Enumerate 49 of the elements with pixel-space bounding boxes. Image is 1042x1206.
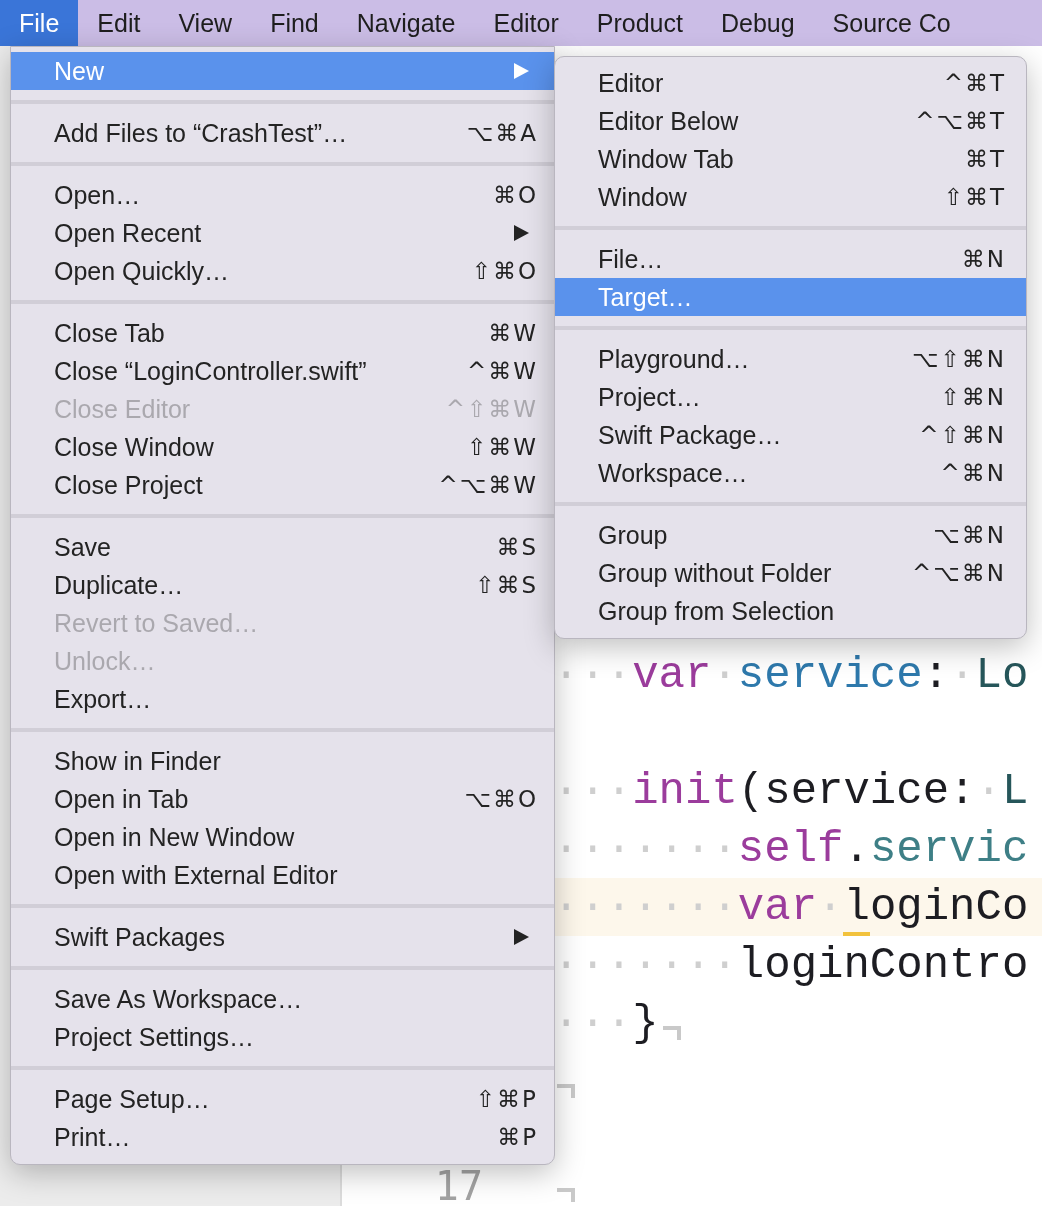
menu-item[interactable]: Editor ^⌘T: [555, 64, 1026, 102]
menu-item[interactable]: Close Tab ⌘W: [11, 314, 554, 352]
menu-item[interactable]: Group ⌥⌘N: [555, 516, 1026, 554]
menu-item[interactable]: Show in Finder: [11, 742, 554, 780]
code-line: ·······self.servic: [553, 824, 1029, 874]
code-line: ·······loginContro: [553, 940, 1029, 990]
menu-bar-item[interactable]: Edit: [78, 0, 160, 46]
menu-bar-item[interactable]: File: [0, 0, 79, 46]
menu-item[interactable]: Close Project ^⌥⌘W: [11, 466, 554, 504]
menu-item[interactable]: Close Window ⇧⌘W: [11, 428, 554, 466]
menu-item[interactable]: Editor Below ^⌥⌘T: [555, 102, 1026, 140]
menu-item[interactable]: Playground… ⌥⇧⌘N: [555, 340, 1026, 378]
menu-item[interactable]: Open with External Editor: [11, 856, 554, 894]
menu-item[interactable]: Group without Folder ^⌥⌘N: [555, 554, 1026, 592]
menu-bar-item[interactable]: Source Co: [813, 0, 970, 46]
menu-bar-item[interactable]: Navigate: [337, 0, 475, 46]
menu-item[interactable]: Print… ⌘P: [11, 1118, 554, 1156]
menu-item[interactable]: Open in Tab ⌥⌘O: [11, 780, 554, 818]
menu-item[interactable]: Window Tab ⌘T: [555, 140, 1026, 178]
menu-bar-item[interactable]: Editor: [474, 0, 578, 46]
line-end-mark: [662, 1026, 681, 1040]
menu-bar-item[interactable]: View: [159, 0, 252, 46]
menu-item[interactable]: Open Recent: [11, 214, 554, 252]
menu-bar-item[interactable]: Product: [577, 0, 702, 46]
code-line: ···var·service:·Lo: [553, 650, 1029, 700]
line-end-mark: [557, 1188, 575, 1202]
menu-item[interactable]: Open Quickly… ⇧⌘O: [11, 252, 554, 290]
menu-bar-item[interactable]: Debug: [701, 0, 814, 46]
menu-item[interactable]: Save As Workspace…: [11, 980, 554, 1018]
menu-item[interactable]: Open… ⌘O: [11, 176, 554, 214]
line-number: 17: [434, 1163, 483, 1206]
menu-item[interactable]: Export…: [11, 680, 554, 718]
menu-item[interactable]: Add Files to “CrashTest”… ⌥⌘A: [11, 114, 554, 152]
menu-item[interactable]: Swift Packages: [11, 918, 554, 956]
menu-item[interactable]: Project Settings…: [11, 1018, 554, 1056]
menu-item[interactable]: Page Setup… ⇧⌘P: [11, 1080, 554, 1118]
menu-item[interactable]: Swift Package… ^⇧⌘N: [555, 416, 1026, 454]
menu-item[interactable]: Duplicate… ⇧⌘S: [11, 566, 554, 604]
menu-item[interactable]: Workspace… ^⌘N: [555, 454, 1026, 492]
menu-item[interactable]: Close “LoginController.swift” ^⌘W: [11, 352, 554, 390]
menu-item[interactable]: Group from Selection: [555, 592, 1026, 630]
menu-item[interactable]: Save ⌘S: [11, 528, 554, 566]
menu-item[interactable]: File… ⌘N: [555, 240, 1026, 278]
menu-item[interactable]: Window ⇧⌘T: [555, 178, 1026, 216]
menu-item[interactable]: Project… ⇧⌘N: [555, 378, 1026, 416]
code-line: ···}: [553, 998, 659, 1048]
menu-item[interactable]: Open in New Window: [11, 818, 554, 856]
menu-bar-item[interactable]: Find: [251, 0, 338, 46]
code-line: ···init(service:·L: [553, 766, 1029, 816]
